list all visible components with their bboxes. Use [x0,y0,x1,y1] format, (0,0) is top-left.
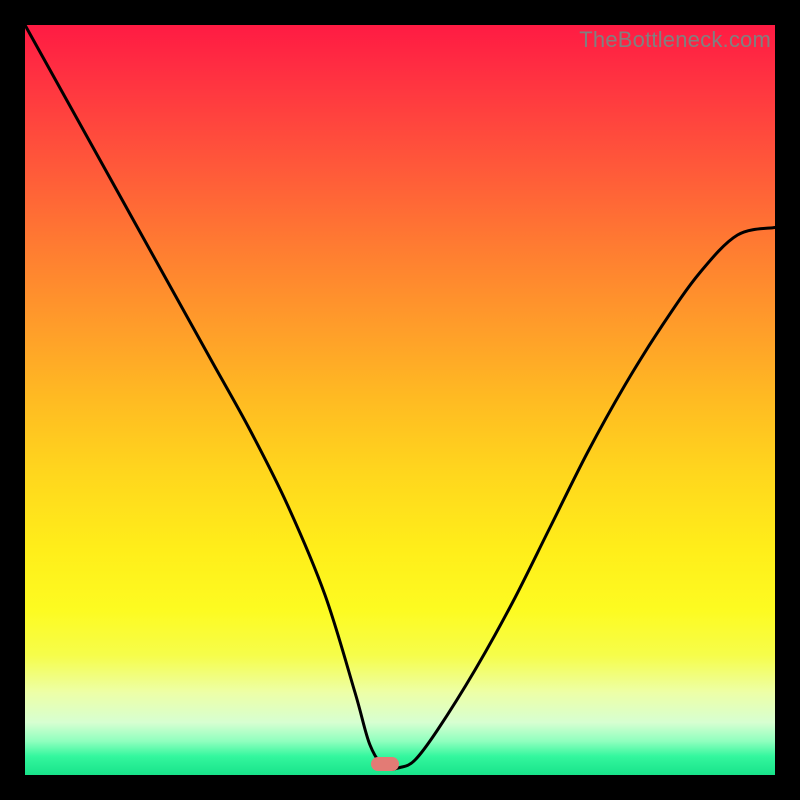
watermark-text: TheBottleneck.com [579,27,771,53]
chart-frame: TheBottleneck.com [25,25,775,775]
background-gradient [25,25,775,775]
plot-area: TheBottleneck.com [25,25,775,775]
bottleneck-marker [371,757,399,771]
